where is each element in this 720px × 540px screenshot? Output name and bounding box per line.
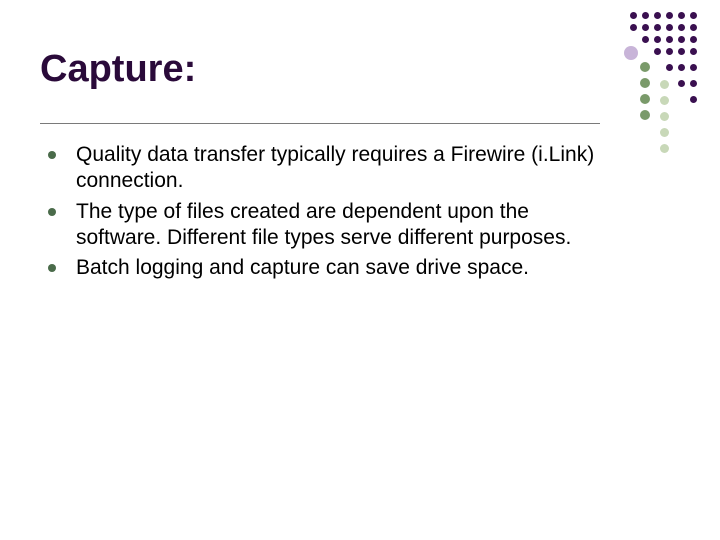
bullet-text: The type of files created are dependent … — [76, 199, 610, 252]
slide-title-block: Capture: — [40, 48, 680, 124]
bullet-icon — [48, 208, 56, 216]
corner-decoration — [598, 10, 708, 170]
bullet-text: Batch logging and capture can save drive… — [76, 255, 529, 281]
list-item: The type of files created are dependent … — [48, 199, 610, 252]
list-item: Batch logging and capture can save drive… — [48, 255, 610, 281]
bullet-icon — [48, 151, 56, 159]
slide-title: Capture: — [40, 48, 680, 95]
bullet-text: Quality data transfer typically requires… — [76, 142, 610, 195]
list-item: Quality data transfer typically requires… — [48, 142, 610, 195]
title-underline — [40, 123, 600, 124]
bullet-icon — [48, 264, 56, 272]
bullet-list: Quality data transfer typically requires… — [40, 142, 610, 281]
slide-container: Capture: Quality data transfer typically… — [0, 0, 720, 540]
